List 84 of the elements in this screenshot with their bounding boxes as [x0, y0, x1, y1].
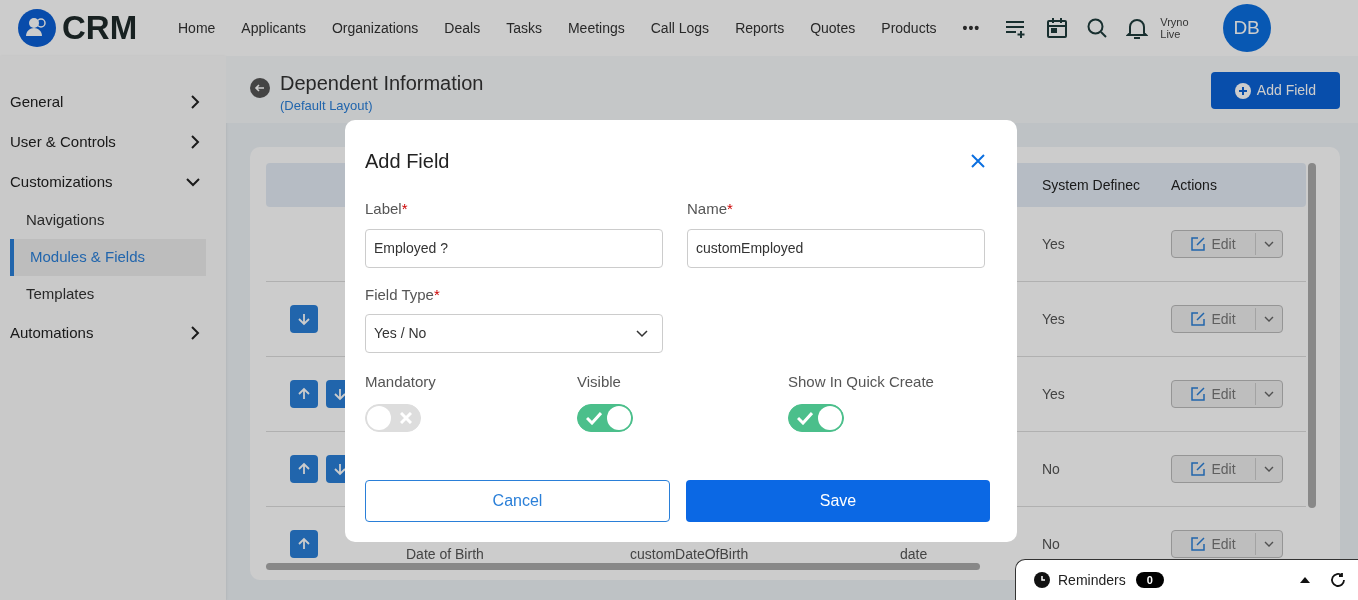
required-mark: *	[433, 284, 440, 305]
vertical-scrollbar[interactable]	[1308, 163, 1316, 508]
reminders-label: Reminders	[1058, 570, 1126, 590]
field-label: Field Type	[365, 284, 434, 305]
toggle-switch[interactable]	[577, 403, 633, 432]
bell-icon[interactable]	[1126, 17, 1149, 39]
toggle-label: Show In Quick Create	[788, 372, 935, 392]
chevron-right-icon	[190, 326, 200, 340]
move-up-button[interactable]	[290, 455, 318, 483]
field-label: Name	[687, 199, 727, 219]
table-cell-text: customDateOfBirth	[630, 544, 750, 562]
x-icon	[400, 411, 412, 424]
check-icon	[797, 410, 813, 425]
chevron-down-icon	[636, 329, 648, 338]
count-badge: 0	[1135, 572, 1164, 588]
edit-icon	[1191, 237, 1206, 251]
refresh-icon[interactable]	[1330, 572, 1346, 588]
caret-up-icon[interactable]	[1300, 577, 1310, 583]
input-field[interactable]: Employed ?	[365, 228, 663, 268]
table-cell-text: Date of Birth	[406, 544, 485, 562]
nav-link[interactable]: Products	[881, 17, 937, 39]
logo-icon	[18, 9, 56, 47]
dialog-title: Add Field	[365, 149, 450, 174]
search-icon[interactable]	[1086, 17, 1109, 39]
logo-text: CRM	[62, 8, 138, 49]
table-cell-text: date	[900, 544, 929, 562]
plus-icon	[1234, 82, 1251, 99]
user-name: Vryno	[1160, 16, 1189, 28]
field-label: Label	[365, 199, 402, 219]
sidebar-item[interactable]: User & Controls	[10, 122, 206, 162]
nav-link[interactable]: Meetings	[567, 17, 625, 39]
input-field[interactable]: customEmployed	[687, 228, 985, 268]
nav-link[interactable]: Home	[178, 17, 216, 39]
sidebar-subitem[interactable]: Templates	[10, 276, 206, 313]
column-header: Actions	[1171, 175, 1218, 195]
nav-link[interactable]: Applicants	[241, 17, 306, 39]
horizontal-scrollbar[interactable]	[266, 563, 980, 570]
edit-icon	[1191, 312, 1206, 326]
table-cell-text: Yes	[1042, 234, 1066, 254]
edit-icon	[1191, 537, 1206, 551]
required-mark: *	[727, 199, 733, 219]
nav-link[interactable]: Quotes	[810, 17, 856, 39]
check-icon	[586, 410, 602, 425]
nav-link[interactable]: Organizations	[331, 17, 419, 39]
clock-icon	[1034, 572, 1050, 588]
sidebar-item[interactable]: General	[10, 82, 206, 122]
user-status: Live	[1160, 28, 1182, 40]
required-mark: *	[401, 199, 408, 219]
table-cell-text: No	[1042, 459, 1061, 479]
add-field-button[interactable]: Add Field	[1210, 72, 1340, 109]
table-cell-text: Yes	[1042, 384, 1066, 404]
back-icon[interactable]	[250, 78, 270, 98]
select-field[interactable]: Yes / No	[365, 314, 663, 353]
move-down-button[interactable]	[290, 305, 318, 333]
toggle-switch[interactable]	[788, 403, 844, 432]
calendar-icon[interactable]	[1046, 17, 1069, 39]
layout-link[interactable]: (Default Layout)	[280, 96, 484, 116]
sidebar-subitem[interactable]: Navigations	[10, 202, 206, 239]
nav-link[interactable]: Call Logs	[650, 17, 710, 39]
save-button[interactable]: Save	[686, 479, 990, 522]
sidebar-item[interactable]: Automations	[10, 313, 206, 353]
more-menu[interactable]: •••	[962, 17, 981, 39]
chevron-down-icon	[186, 177, 200, 187]
column-header: System Definec	[1042, 175, 1142, 195]
nav-link[interactable]: Reports	[735, 17, 785, 39]
table-cell-text: Yes	[1042, 309, 1066, 329]
toggle-label: Mandatory	[365, 372, 437, 392]
chevron-right-icon	[190, 95, 200, 109]
edit-icon	[1191, 462, 1206, 476]
reminders-bar[interactable]: Reminders 0	[1015, 559, 1358, 600]
page-title: Dependent Information	[280, 71, 484, 96]
move-up-button[interactable]	[290, 380, 318, 408]
toggle-switch[interactable]	[365, 403, 421, 432]
move-up-button[interactable]	[290, 530, 318, 558]
avatar[interactable]: DB	[1222, 4, 1271, 52]
nav-link[interactable]: Tasks	[506, 17, 542, 39]
close-icon[interactable]	[971, 154, 985, 168]
chevron-right-icon	[190, 135, 200, 149]
cancel-button[interactable]: Cancel	[365, 479, 670, 522]
toggle-label: Visible	[577, 372, 622, 392]
sidebar-item[interactable]: Customizations	[10, 162, 206, 202]
table-cell-text: No	[1042, 534, 1061, 554]
edit-icon	[1191, 387, 1206, 401]
nav-link[interactable]: Deals	[444, 17, 481, 39]
